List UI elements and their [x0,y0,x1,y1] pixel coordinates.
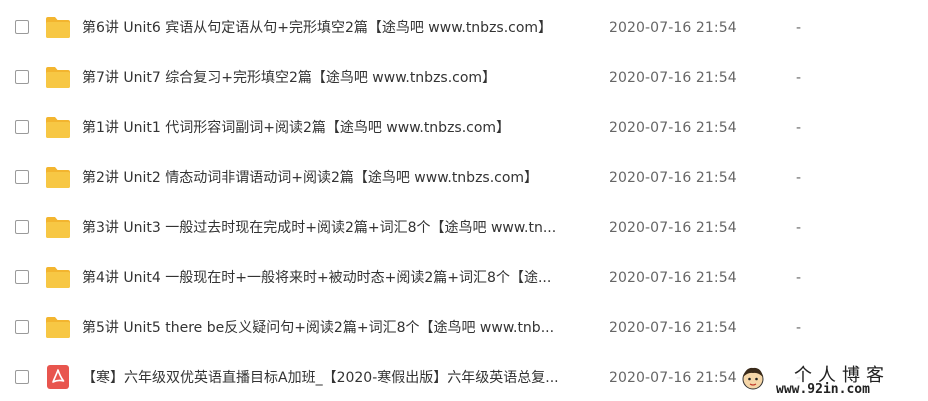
file-name[interactable]: 第3讲 Unit3 一般过去时现在完成时+阅读2篇+词汇8个【途鸟吧 www.t… [82,218,592,238]
modified-date: 2020-07-16 21:54 [609,370,737,386]
file-name[interactable]: 第7讲 Unit7 综合复习+完形填空2篇【途鸟吧 www.tnbzs.com】 [82,68,592,88]
row-checkbox[interactable] [15,120,29,134]
modified-date: 2020-07-16 21:54 [609,320,737,336]
folder-icon [46,217,70,238]
file-name[interactable]: 【寒】六年级双优英语直播目标A加班_【2020-寒假出版】六年级英语总复... [82,368,592,388]
file-size: - [796,70,802,86]
row-checkbox[interactable] [15,320,29,334]
file-size: - [796,270,802,286]
file-row[interactable]: 第3讲 Unit3 一般过去时现在完成时+阅读2篇+词汇8个【途鸟吧 www.t… [0,203,928,253]
row-checkbox[interactable] [15,170,29,184]
file-size: - [796,320,802,336]
pdf-icon [47,365,69,389]
file-row[interactable]: 第1讲 Unit1 代词形容词副词+阅读2篇【途鸟吧 www.tnbzs.com… [0,103,928,153]
file-size: - [796,20,802,36]
modified-date: 2020-07-16 21:54 [609,70,737,86]
row-checkbox[interactable] [15,220,29,234]
modified-date: 2020-07-16 21:54 [609,120,737,136]
cartoon-face-icon [742,367,764,390]
file-size: - [796,170,802,186]
folder-icon [46,167,70,188]
file-name[interactable]: 第5讲 Unit5 there be反义疑问句+阅读2篇+词汇8个【途鸟吧 ww… [82,318,592,338]
file-name[interactable]: 第2讲 Unit2 情态动词非谓语动词+阅读2篇【途鸟吧 www.tnbzs.c… [82,168,592,188]
row-checkbox[interactable] [15,370,29,384]
file-size: - [796,120,802,136]
row-checkbox[interactable] [15,20,29,34]
modified-date: 2020-07-16 21:54 [609,220,737,236]
file-row[interactable]: 第5讲 Unit5 there be反义疑问句+阅读2篇+词汇8个【途鸟吧 ww… [0,303,928,353]
watermark-url: www.92in.com [776,382,870,397]
file-size: - [796,220,802,236]
folder-icon [46,117,70,138]
file-name[interactable]: 第6讲 Unit6 宾语从句定语从句+完形填空2篇【途鸟吧 www.tnbzs.… [82,18,592,38]
file-row[interactable]: 第2讲 Unit2 情态动词非谓语动词+阅读2篇【途鸟吧 www.tnbzs.c… [0,153,928,203]
folder-icon [46,67,70,88]
file-name[interactable]: 第1讲 Unit1 代词形容词副词+阅读2篇【途鸟吧 www.tnbzs.com… [82,118,592,138]
modified-date: 2020-07-16 21:54 [609,20,737,36]
file-row[interactable]: 第6讲 Unit6 宾语从句定语从句+完形填空2篇【途鸟吧 www.tnbzs.… [0,3,928,53]
file-name[interactable]: 第4讲 Unit4 一般现在时+一般将来时+被动时态+阅读2篇+词汇8个【途..… [82,268,592,288]
folder-icon [46,17,70,38]
row-checkbox[interactable] [15,70,29,84]
file-row[interactable]: 第4讲 Unit4 一般现在时+一般将来时+被动时态+阅读2篇+词汇8个【途..… [0,253,928,303]
watermark: 个人博客 www.92in.com [736,360,926,400]
row-checkbox[interactable] [15,270,29,284]
file-list: 第6讲 Unit6 宾语从句定语从句+完形填空2篇【途鸟吧 www.tnbzs.… [0,0,928,401]
modified-date: 2020-07-16 21:54 [609,270,737,286]
folder-icon [46,317,70,338]
file-row[interactable]: 第7讲 Unit7 综合复习+完形填空2篇【途鸟吧 www.tnbzs.com】… [0,53,928,103]
folder-icon [46,267,70,288]
modified-date: 2020-07-16 21:54 [609,170,737,186]
